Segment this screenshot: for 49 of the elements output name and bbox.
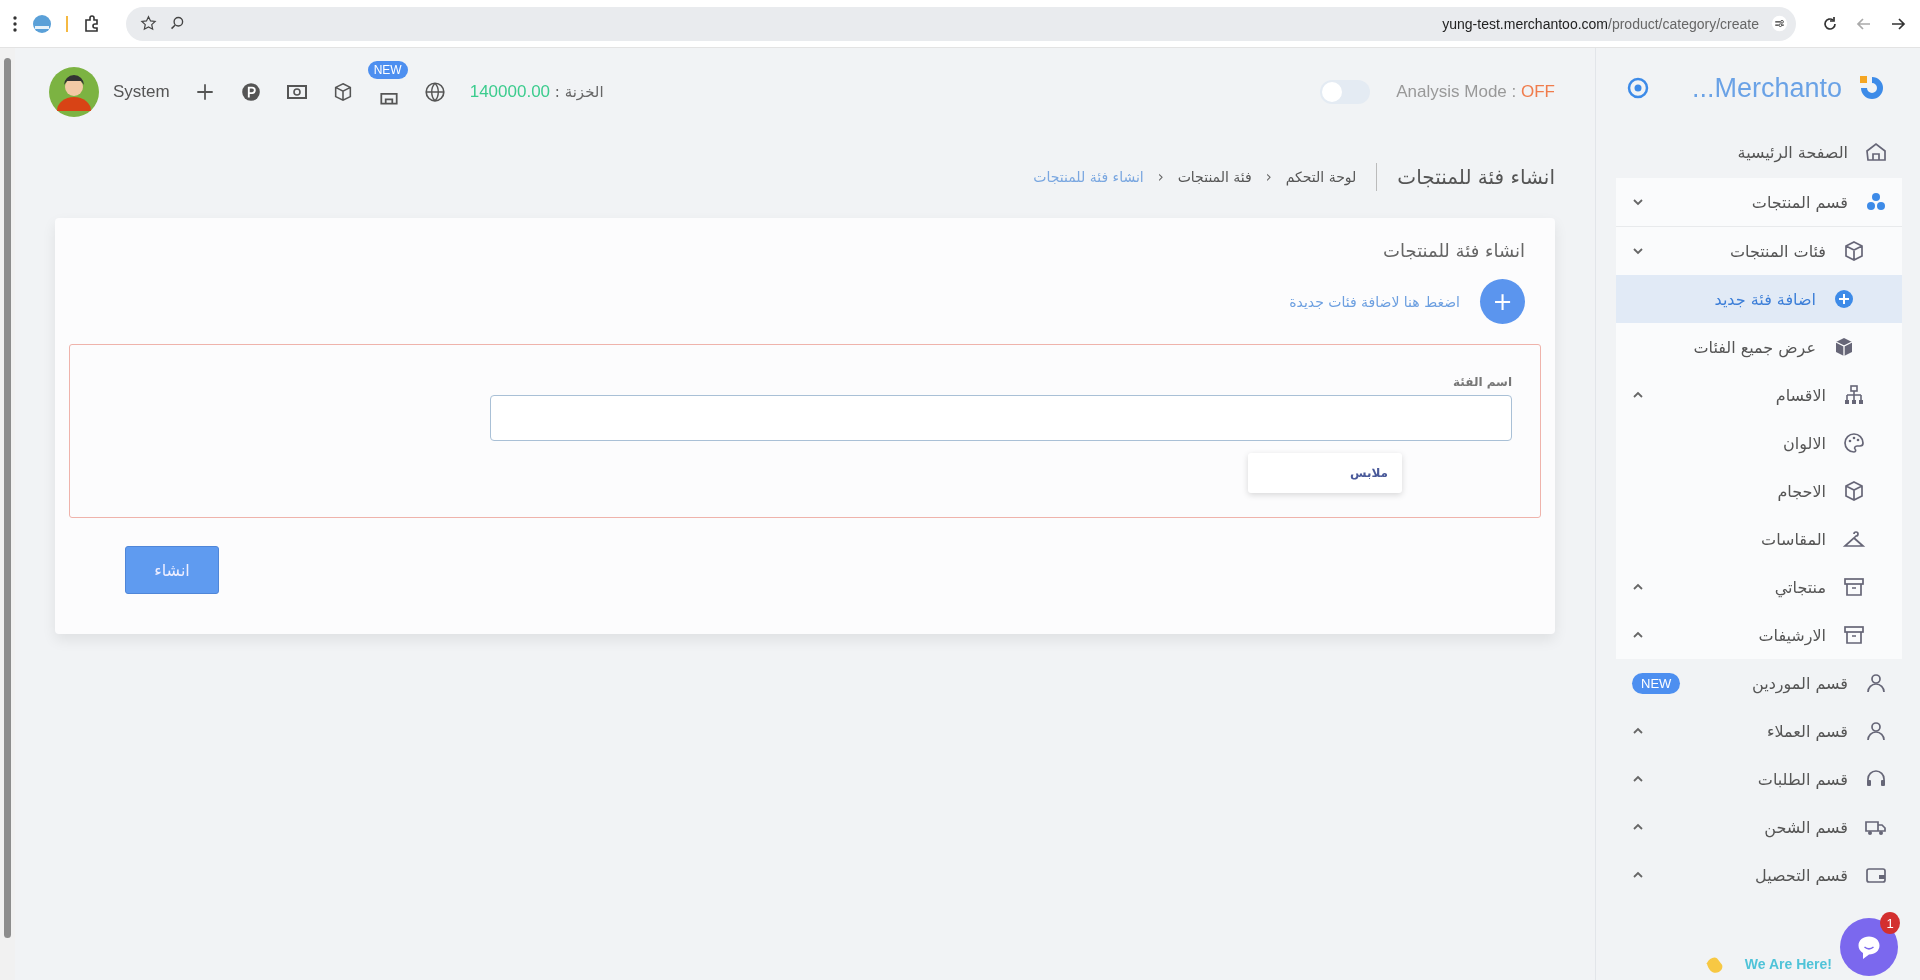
nav-item[interactable]: المقاسات	[1616, 515, 1902, 563]
nav-item[interactable]: قسم المنتجات	[1616, 178, 1902, 227]
scrollbar[interactable]	[0, 48, 15, 980]
menu-icon[interactable]	[12, 14, 18, 33]
user-icon	[1864, 719, 1888, 743]
input-field[interactable]	[490, 395, 1512, 441]
url-text: yung-test.merchantoo.com/product/category/create	[1442, 15, 1759, 32]
archive-icon	[1842, 575, 1866, 599]
nav-item[interactable]: قسم التحصيل	[1616, 851, 1902, 899]
target-icon[interactable]	[1626, 76, 1650, 100]
card-title: انشاء فئة للمنتجات	[1382, 240, 1526, 261]
tree-icon	[1842, 383, 1866, 407]
nav-item[interactable]: قسم الشحن	[1616, 803, 1902, 851]
field-label: اسم الفئة	[1452, 375, 1512, 389]
site-settings-icon[interactable]	[1771, 15, 1788, 32]
palette-icon	[1842, 431, 1866, 455]
breadcrumb-link[interactable]: لوحة التحكم	[1285, 169, 1357, 185]
breadcrumb-link[interactable]: فئة المنتجات	[1177, 169, 1252, 185]
user-name[interactable]: System	[113, 82, 170, 102]
nav-item[interactable]: عرض جميع الفئات	[1616, 323, 1902, 371]
analysis-mode-label: Analysis Mode : OFF	[1396, 82, 1555, 102]
nav-item[interactable]: قسم العملاء	[1616, 707, 1902, 755]
archive-icon	[1842, 623, 1866, 647]
new-badge: NEW	[367, 61, 408, 79]
star-icon[interactable]	[140, 15, 157, 32]
user-icon	[1864, 671, 1888, 695]
nav-item[interactable]: الارشيفات	[1616, 611, 1902, 659]
parking-icon[interactable]	[239, 81, 262, 103]
analysis-toggle[interactable]	[1320, 80, 1371, 104]
new-badge: NEW	[1632, 672, 1681, 694]
address-bar[interactable]: yung-test.merchantoo.com/product/category/create	[126, 6, 1796, 41]
nav-item[interactable]: منتجاتي	[1616, 563, 1902, 611]
nav-item[interactable]: فئات المنتجات	[1616, 227, 1902, 275]
cube-icon	[1842, 479, 1866, 503]
nav-item[interactable]: قسم الطلبات	[1616, 755, 1902, 803]
avatar[interactable]	[49, 67, 99, 117]
nav-item[interactable]: الالوان	[1616, 419, 1902, 467]
page-title: انشاء فئة للمنتجات	[1397, 165, 1555, 189]
plus-icon	[1832, 287, 1856, 311]
nav-item[interactable]: الصفحة الرئيسية	[1616, 128, 1902, 176]
suggestion-item[interactable]: ملابس	[1350, 466, 1388, 480]
zoom-icon[interactable]	[169, 15, 186, 32]
nav-item[interactable]: الاحجام	[1616, 467, 1902, 515]
box-icon	[1842, 239, 1866, 263]
chat-tagline: We Are Here!	[1744, 956, 1832, 972]
breadcrumb-separator: ‹	[1265, 168, 1272, 186]
breadcrumb-separator: ‹	[1157, 168, 1164, 186]
home-icon	[1864, 140, 1888, 164]
nav-item[interactable]: الاقسام	[1616, 371, 1902, 419]
